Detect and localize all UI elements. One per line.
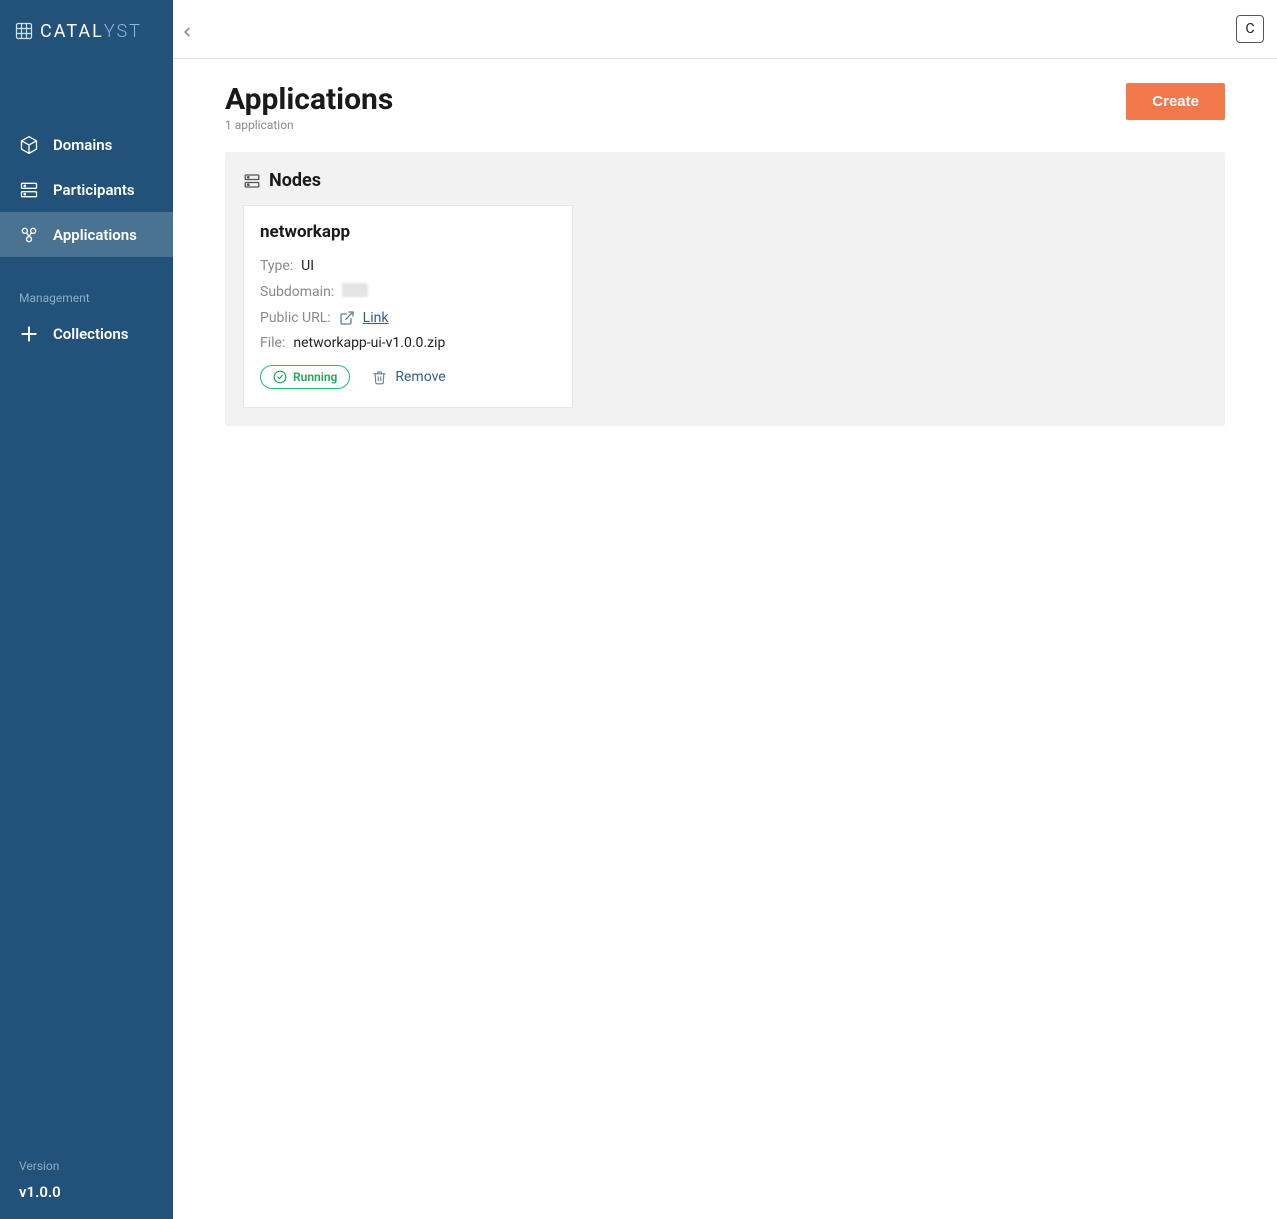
group-title: Nodes xyxy=(269,170,321,191)
row-type: Type: UI xyxy=(260,258,556,274)
sidebar-item-participants[interactable]: Participants xyxy=(0,167,173,212)
nav-list: Domains Participants Applications xyxy=(0,122,173,257)
content: Applications 1 application Create Nodes … xyxy=(173,59,1277,450)
sidebar-footer: Version v1.0.0 xyxy=(0,1159,173,1219)
publicurl-label: Public URL: xyxy=(260,310,331,326)
check-circle-icon xyxy=(273,370,287,384)
row-subdomain: Subdomain: xyxy=(260,283,556,301)
status-text: Running xyxy=(293,370,337,384)
nodes-group: Nodes networkapp Type: UI Subdomain: Pub… xyxy=(225,152,1225,426)
subdomain-value xyxy=(342,283,368,301)
type-label: Type: xyxy=(260,258,293,274)
application-card: networkapp Type: UI Subdomain: Public UR… xyxy=(243,205,573,408)
plus-icon xyxy=(19,324,39,344)
main: C Applications 1 application Create Node… xyxy=(173,0,1277,1219)
trash-icon xyxy=(372,370,387,385)
card-title: networkapp xyxy=(260,222,556,242)
page-subtitle: 1 application xyxy=(225,118,393,132)
sidebar-item-label: Domains xyxy=(53,136,112,154)
sidebar-item-label: Participants xyxy=(53,181,135,199)
row-publicurl: Public URL: Link xyxy=(260,310,556,326)
cube-icon xyxy=(19,135,39,155)
sidebar-item-label: Applications xyxy=(53,226,137,244)
create-button[interactable]: Create xyxy=(1126,83,1225,120)
page-title: Applications xyxy=(225,83,393,116)
user-badge[interactable]: C xyxy=(1236,15,1264,43)
version-label: Version xyxy=(19,1159,173,1173)
publicurl-link[interactable]: Link xyxy=(363,310,389,326)
group-header: Nodes xyxy=(243,170,1207,191)
servers-icon xyxy=(243,172,261,190)
type-value: UI xyxy=(301,258,314,274)
subdomain-label: Subdomain: xyxy=(260,284,334,300)
apps-icon xyxy=(19,225,39,245)
row-file: File: networkapp-ui-v1.0.0.zip xyxy=(260,335,556,351)
collapse-sidebar-icon[interactable] xyxy=(180,24,194,43)
remove-button[interactable]: Remove xyxy=(372,369,445,385)
sidebar-header: CATALYST xyxy=(0,0,173,62)
brand-icon xyxy=(14,21,34,41)
status-pill: Running xyxy=(260,365,350,389)
card-actions: Running Remove xyxy=(260,365,556,389)
file-label: File: xyxy=(260,335,285,351)
topbar: C xyxy=(173,0,1277,59)
sidebar-item-domains[interactable]: Domains xyxy=(0,122,173,167)
servers-icon xyxy=(19,180,39,200)
remove-text: Remove xyxy=(395,369,445,385)
user-initial: C xyxy=(1245,21,1254,37)
external-link-icon xyxy=(339,310,355,326)
version-value: v1.0.0 xyxy=(19,1183,173,1201)
brand[interactable]: CATALYST xyxy=(14,21,142,42)
sidebar-item-applications[interactable]: Applications xyxy=(0,212,173,257)
brand-text: CATALYST xyxy=(40,21,142,42)
section-label-management: Management xyxy=(0,273,173,311)
page-header: Applications 1 application Create xyxy=(225,83,1225,132)
sidebar-item-collections[interactable]: Collections xyxy=(0,311,173,356)
management-list: Collections xyxy=(0,311,173,356)
redacted-value xyxy=(342,283,368,297)
sidebar: CATALYST Domains Participants xyxy=(0,0,173,1219)
sidebar-item-label: Collections xyxy=(53,325,129,343)
file-value: networkapp-ui-v1.0.0.zip xyxy=(293,335,445,351)
